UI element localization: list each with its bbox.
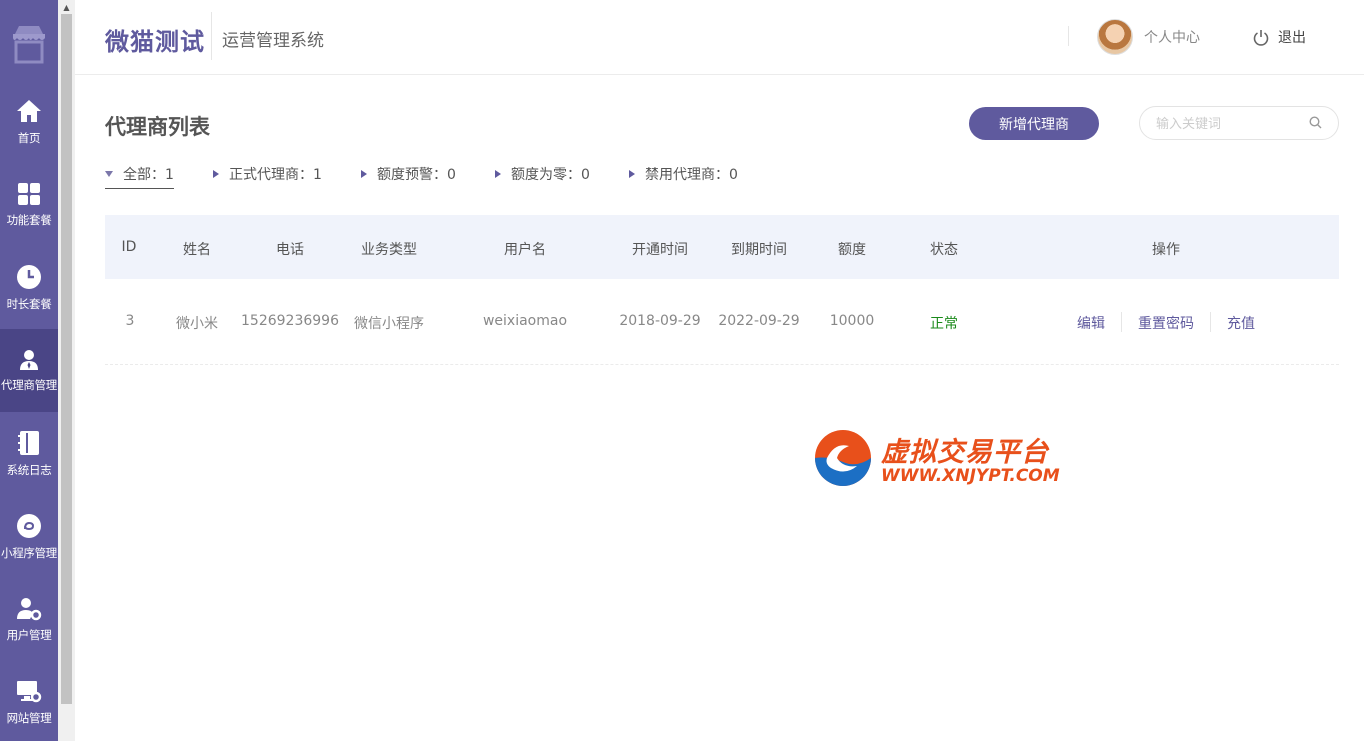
watermark-url: WWW.XNJYPT.COM — [881, 466, 1060, 486]
sidebar-item-label: 代理商管理 — [1, 377, 57, 392]
filter-disabled-agent[interactable]: 禁用代理商：0 — [629, 164, 738, 188]
sidebar-item-duration-package[interactable]: 时长套餐 — [0, 246, 58, 329]
logout-label: 退出 — [1278, 30, 1306, 46]
power-icon — [1253, 29, 1269, 46]
sidebar-item-label: 网站管理 — [6, 710, 52, 725]
caret-right-icon — [495, 170, 501, 178]
grid-icon — [18, 182, 40, 205]
system-name: 运营管理系统 — [222, 31, 324, 51]
home-icon — [17, 99, 41, 122]
table-header: ID 姓名 电话 业务类型 用户名 开通时间 到期时间 额度 状态 操作 — [105, 215, 1339, 279]
caret-right-icon — [213, 170, 219, 178]
divider — [1121, 312, 1122, 332]
filter-quota-warning[interactable]: 额度预警：0 — [361, 164, 456, 188]
cell-business-type: 微信小程序 — [354, 316, 424, 332]
column-header: 电话 — [276, 242, 304, 258]
divider — [1068, 26, 1069, 46]
scroll-up-arrow-icon[interactable]: ▲ — [58, 0, 75, 14]
recharge-link[interactable]: 充值 — [1227, 313, 1255, 333]
column-header: 状态 — [930, 242, 958, 258]
caret-right-icon — [629, 170, 635, 178]
sidebar-item-site-management[interactable]: 网站管理 — [0, 661, 58, 744]
filter-official-agent[interactable]: 正式代理商：1 — [213, 164, 322, 188]
filter-label: 禁用代理商：0 — [645, 167, 738, 183]
search-box[interactable] — [1139, 106, 1339, 140]
sidebar-item-label: 功能套餐 — [6, 212, 52, 227]
column-header: 姓名 — [183, 242, 211, 258]
column-header: 额度 — [838, 242, 866, 258]
watermark-title: 虚拟交易平台 — [881, 437, 1049, 468]
column-header: 操作 — [1152, 242, 1180, 258]
monitor-gear-icon — [17, 680, 42, 702]
sidebar-item-label: 系统日志 — [6, 462, 52, 477]
cell-id: 3 — [125, 313, 135, 329]
scrollbar-thumb[interactable] — [61, 14, 72, 704]
status-badge: 正常 — [930, 316, 958, 332]
page-title: 代理商列表 — [105, 115, 210, 139]
cell-expire-time: 2022-09-29 — [718, 313, 800, 329]
divider — [211, 12, 212, 60]
column-header: ID — [121, 239, 137, 255]
miniprogram-icon — [17, 513, 41, 538]
cell-open-time: 2018-09-29 — [619, 313, 701, 329]
add-agent-button[interactable]: 新增代理商 — [969, 107, 1099, 140]
sidebar-item-label: 时长套餐 — [6, 296, 52, 311]
column-header: 业务类型 — [361, 242, 417, 258]
clock-icon — [17, 264, 41, 289]
filter-label: 全部：1 — [123, 167, 174, 183]
caret-right-icon — [361, 170, 367, 178]
filter-all[interactable]: 全部：1 — [105, 164, 174, 189]
column-header: 到期时间 — [731, 242, 787, 258]
filter-label: 正式代理商：1 — [229, 167, 322, 183]
search-icon[interactable] — [1309, 116, 1322, 129]
sidebar-item-label: 小程序管理 — [1, 545, 57, 560]
user-gear-icon — [17, 597, 42, 620]
watermark-logo-icon — [815, 430, 871, 486]
sidebar-item-miniprogram[interactable]: 小程序管理 — [0, 495, 58, 578]
caret-down-icon — [105, 171, 113, 177]
filter-quota-zero[interactable]: 额度为零：0 — [495, 164, 590, 188]
user-center-link[interactable]: 个人中心 — [1097, 19, 1200, 55]
sidebar-item-agent-management[interactable]: 代理商管理 — [0, 329, 58, 412]
table-row: 3 微小米 15269236996 微信小程序 weixiaomao 2018-… — [105, 280, 1339, 365]
sidebar-item-user-management[interactable]: 用户管理 — [0, 578, 58, 661]
watermark: 虚拟交易平台 WWW.XNJYPT.COM — [813, 428, 1068, 490]
avatar[interactable] — [1097, 19, 1133, 55]
cell-quota: 10000 — [829, 313, 875, 329]
logout-button[interactable]: 退出 — [1253, 27, 1306, 47]
cell-name: 微小米 — [176, 316, 218, 332]
sidebar-item-label: 用户管理 — [6, 627, 52, 642]
sidebar: 首页 功能套餐 时长套餐 代理商管理 系统日志 小程序管理 用户管理 网站管理 — [0, 0, 58, 741]
column-header: 用户名 — [504, 242, 546, 258]
user-center-label: 个人中心 — [1144, 30, 1200, 46]
reset-password-link[interactable]: 重置密码 — [1138, 313, 1194, 333]
sidebar-item-system-log[interactable]: 系统日志 — [0, 412, 58, 495]
edit-link[interactable]: 编辑 — [1077, 313, 1105, 333]
divider — [1210, 312, 1211, 332]
cell-phone: 15269236996 — [241, 313, 339, 329]
filter-label: 额度预警：0 — [377, 167, 456, 183]
search-input[interactable] — [1154, 114, 1308, 134]
sidebar-item-home[interactable]: 首页 — [0, 80, 58, 163]
store-icon — [0, 18, 58, 74]
filter-label: 额度为零：0 — [511, 167, 590, 183]
sidebar-item-feature-package[interactable]: 功能套餐 — [0, 163, 58, 246]
column-header: 开通时间 — [632, 242, 688, 258]
cell-username: weixiaomao — [482, 313, 568, 329]
agent-icon — [20, 349, 38, 370]
brand-title: 微猫测试 — [105, 28, 205, 56]
top-header: 微猫测试 运营管理系统 个人中心 退出 — [75, 0, 1364, 75]
sidebar-item-label: 首页 — [17, 130, 41, 145]
notebook-icon — [18, 430, 39, 455]
